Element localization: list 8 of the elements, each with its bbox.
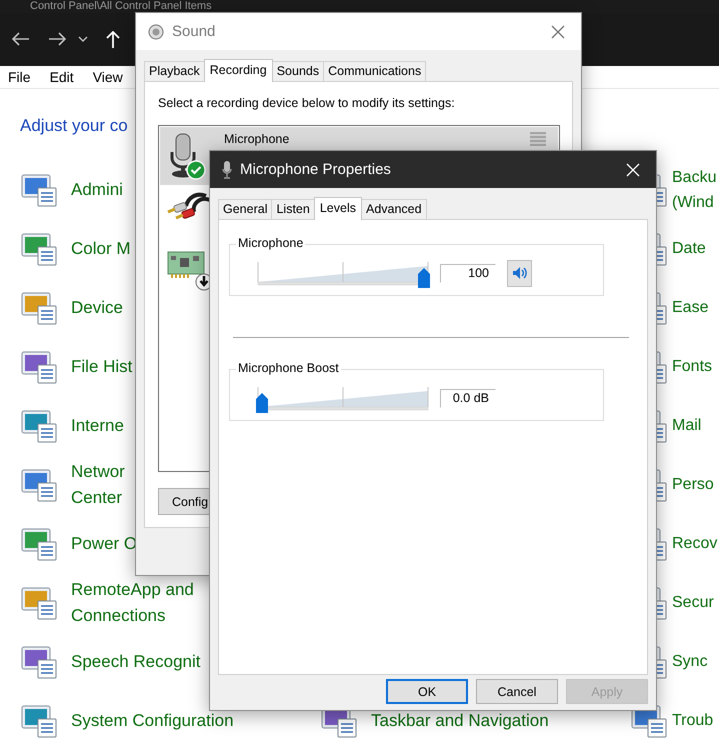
group-label: Microphone (236, 236, 306, 250)
window-title: Sound (172, 23, 216, 40)
instruction-text: Select a recording device below to modify its settings: (158, 96, 456, 110)
window-title: Control Panel\All Control Panel Items (30, 0, 212, 13)
device-name: Microphone (224, 132, 290, 146)
page-heading: Adjust your co (20, 116, 128, 136)
group-label: Microphone Boost (236, 361, 341, 375)
window-title: Microphone Properties (240, 161, 392, 178)
